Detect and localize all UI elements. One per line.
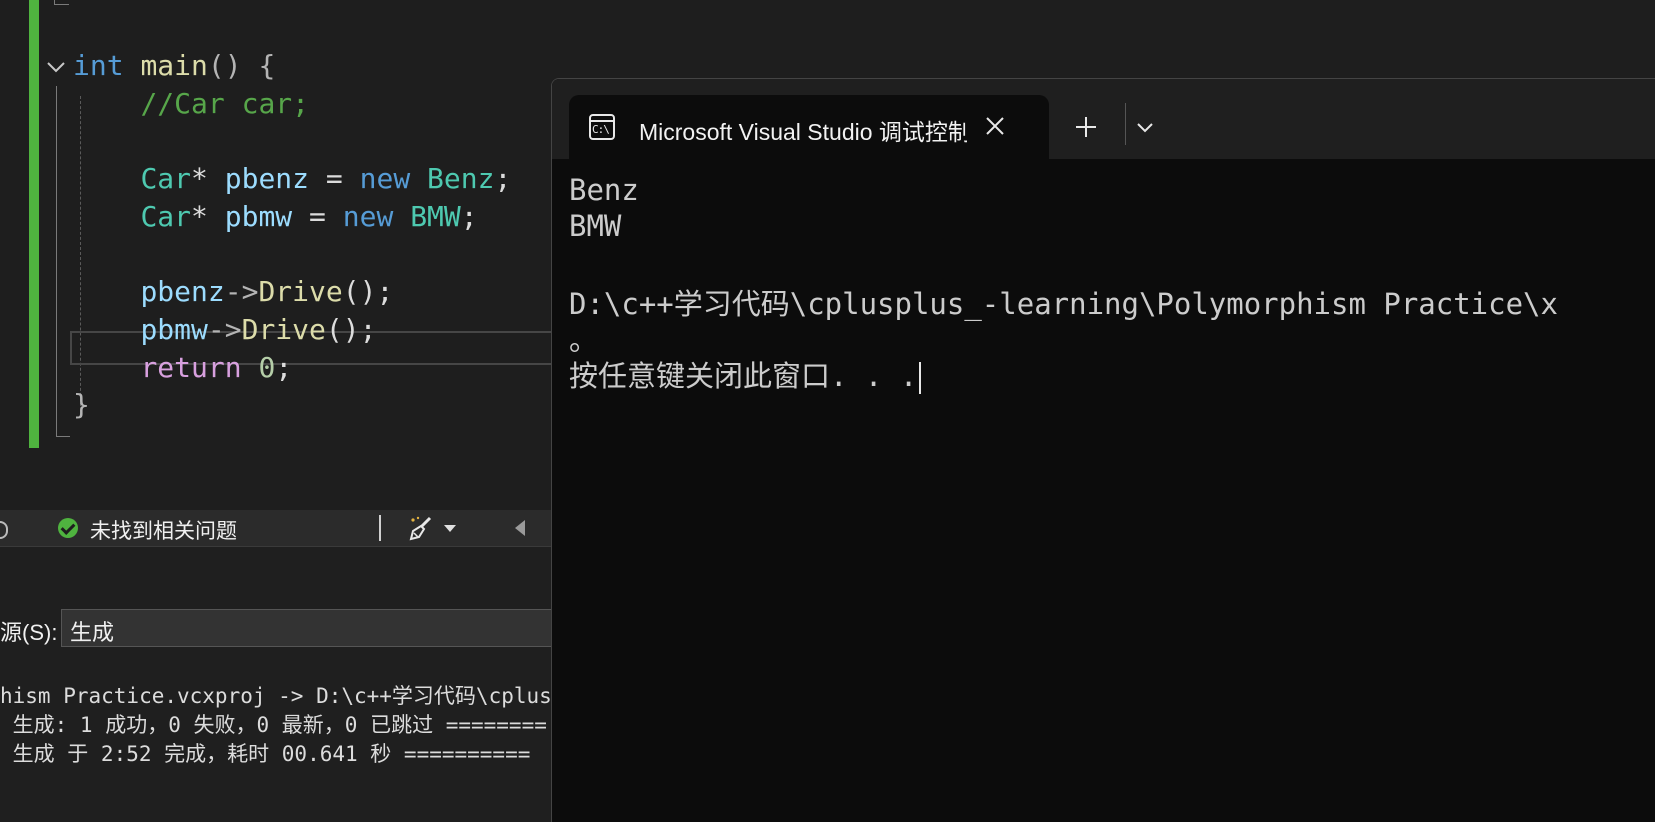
code-editor[interactable]: int main() { //Car car; Car* pbenz = new… [0, 0, 560, 510]
text-cursor [919, 362, 922, 394]
tab-title: Microsoft Visual Studio 调试控制台 [639, 119, 967, 145]
chevron-down-icon[interactable] [444, 525, 456, 532]
terminal-prompt: 按任意键关闭此窗口. . . [569, 359, 918, 393]
code-token: (); [325, 312, 377, 346]
scope-guide [56, 86, 57, 436]
tab-divider [1125, 103, 1126, 145]
code-line[interactable]: return 0; [73, 348, 292, 388]
code-token: ; [460, 199, 478, 233]
code-line[interactable]: Car* pbenz = new Benz; [73, 159, 511, 199]
code-token: 0 [258, 350, 276, 384]
scope-guide-top [54, 0, 69, 5]
code-token: ; [275, 350, 293, 384]
check-circle-icon [58, 518, 78, 538]
terminal-line: 。 [569, 323, 599, 357]
code-token: * [191, 199, 225, 233]
terminal-output[interactable]: Benz BMW D:\c++学习代码\cplusplus_-learning\… [569, 173, 1655, 445]
code-token: main [140, 49, 208, 82]
code-token: Car [140, 162, 192, 196]
code-token: pbmw [140, 312, 208, 346]
caret-left-icon[interactable] [515, 520, 525, 536]
scope-guide-end [56, 436, 70, 437]
brush-icon[interactable] [408, 515, 436, 541]
code-token: -> [224, 275, 259, 309]
terminal-titlebar[interactable]: C:\ Microsoft Visual Studio 调试控制台 [552, 79, 1655, 160]
zoom-indicator[interactable] [0, 521, 8, 539]
code-token: new [359, 162, 411, 196]
code-token: ; [494, 162, 512, 196]
code-line[interactable]: pbenz->Drive(); [73, 272, 393, 312]
output-line: hism Practice.vcxproj -> D:\c++学习代码\cplu… [0, 684, 560, 708]
code-token: Drive [258, 275, 343, 309]
terminal-prompt-line: 按任意键关闭此窗口. . . [569, 353, 922, 394]
code-token: Drive [241, 312, 326, 346]
code-token: = [309, 162, 360, 196]
code-line[interactable]: pbmw->Drive(); [73, 310, 376, 350]
code-token: pbenz [140, 275, 225, 309]
code-token: new [342, 199, 394, 233]
code-token: BMW [410, 199, 461, 233]
close-icon[interactable] [983, 114, 1007, 138]
change-tracking-bar [29, 0, 39, 448]
output-line: 生成: 1 成功，0 失败，0 最新，0 已跳过 ======== [0, 713, 547, 737]
code-token: () [207, 49, 259, 82]
code-token: { [258, 49, 276, 82]
code-token: = [292, 199, 343, 233]
terminal-line: Benz [569, 173, 639, 207]
editor-status-bar: 未找到相关问题 [0, 510, 560, 546]
code-token: return [140, 350, 242, 384]
code-line[interactable]: int main() { [73, 46, 275, 86]
code-token: Benz [427, 162, 495, 196]
issues-status[interactable]: 未找到相关问题 [90, 515, 237, 545]
cmd-icon: C:\ [589, 114, 615, 140]
chevron-down-icon[interactable] [1133, 115, 1157, 139]
plus-icon[interactable] [1074, 115, 1098, 139]
code-line[interactable]: } [73, 385, 90, 425]
output-line: 生成 于 2:52 完成，耗时 00.641 秒 ========== [0, 742, 531, 766]
code-token: (); [342, 275, 394, 309]
code-token: pbmw [224, 199, 293, 233]
chevron-down-icon[interactable] [45, 56, 67, 78]
code-token: int [73, 49, 124, 82]
cmd-icon-text: C:\ [592, 123, 610, 136]
output-source-select[interactable]: 生成 [61, 609, 561, 647]
terminal-tab[interactable]: C:\ Microsoft Visual Studio 调试控制台 [569, 95, 1049, 160]
debug-console-window[interactable]: C:\ Microsoft Visual Studio 调试控制台 Benz B… [551, 78, 1655, 822]
output-log[interactable]: hism Practice.vcxproj -> D:\c++学习代码\cplu… [0, 647, 560, 822]
output-panel: 源(S): 生成 hism Practice.vcxproj -> D:\c++… [0, 546, 561, 822]
code-token: pbenz [224, 162, 310, 196]
code-line[interactable]: Car* pbmw = new BMW; [73, 197, 478, 237]
code-token: * [191, 162, 225, 196]
code-token: -> [207, 312, 242, 346]
code-token: //Car car; [140, 86, 310, 120]
output-source-label: 源(S): [0, 620, 58, 645]
terminal-line: BMW [569, 209, 622, 243]
status-separator [379, 515, 381, 541]
code-token: Car [140, 199, 192, 233]
terminal-line: D:\c++学习代码\cplusplus_-learning\Polymorph… [569, 287, 1558, 321]
code-token: } [73, 388, 90, 422]
code-line[interactable]: //Car car; [73, 84, 309, 124]
